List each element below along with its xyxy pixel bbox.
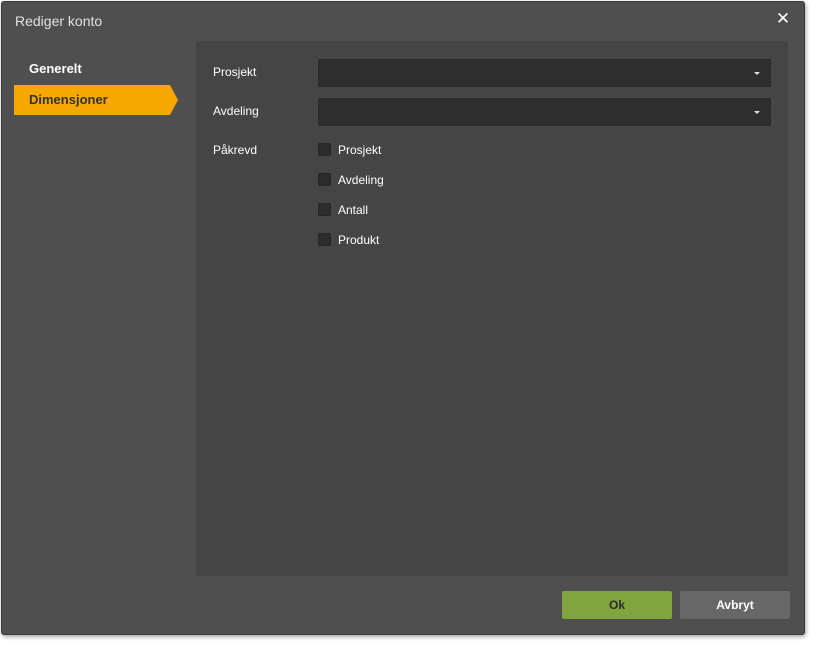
required-avdeling-label: Avdeling xyxy=(338,173,384,187)
required-avdeling-checkbox[interactable] xyxy=(318,173,331,186)
cancel-button[interactable]: Avbryt xyxy=(680,591,790,619)
prosjekt-label: Prosjekt xyxy=(213,65,257,79)
nav-item-generelt[interactable]: Generelt xyxy=(14,54,170,84)
required-produkt-label: Produkt xyxy=(338,233,380,247)
avdeling-label: Avdeling xyxy=(213,104,259,118)
required-label: Påkrevd xyxy=(213,143,258,157)
nav-item-label: Generelt xyxy=(29,61,82,76)
required-prosjekt-label: Prosjekt xyxy=(338,143,382,157)
chevron-down-icon xyxy=(754,72,760,75)
dimensions-panel: Prosjekt Avdeling Påkrevd Prosjekt Avdel… xyxy=(196,41,788,576)
nav-item-dimensjoner[interactable]: Dimensjoner xyxy=(14,85,178,115)
close-icon[interactable]: ✕ xyxy=(774,10,792,28)
edit-account-dialog: Rediger konto ✕ Generelt Dimensjoner Pro… xyxy=(1,1,805,635)
required-antall-label: Antall xyxy=(338,203,369,217)
prosjekt-select[interactable] xyxy=(318,59,771,87)
required-antall-checkbox[interactable] xyxy=(318,203,331,216)
avdeling-select[interactable] xyxy=(318,98,771,126)
ok-button[interactable]: Ok xyxy=(562,591,672,619)
nav-item-label: Dimensjoner xyxy=(29,92,108,107)
dialog-title: Rediger konto xyxy=(15,13,103,29)
chevron-down-icon xyxy=(754,111,760,114)
required-prosjekt-checkbox[interactable] xyxy=(318,143,331,156)
required-produkt-checkbox[interactable] xyxy=(318,233,331,246)
